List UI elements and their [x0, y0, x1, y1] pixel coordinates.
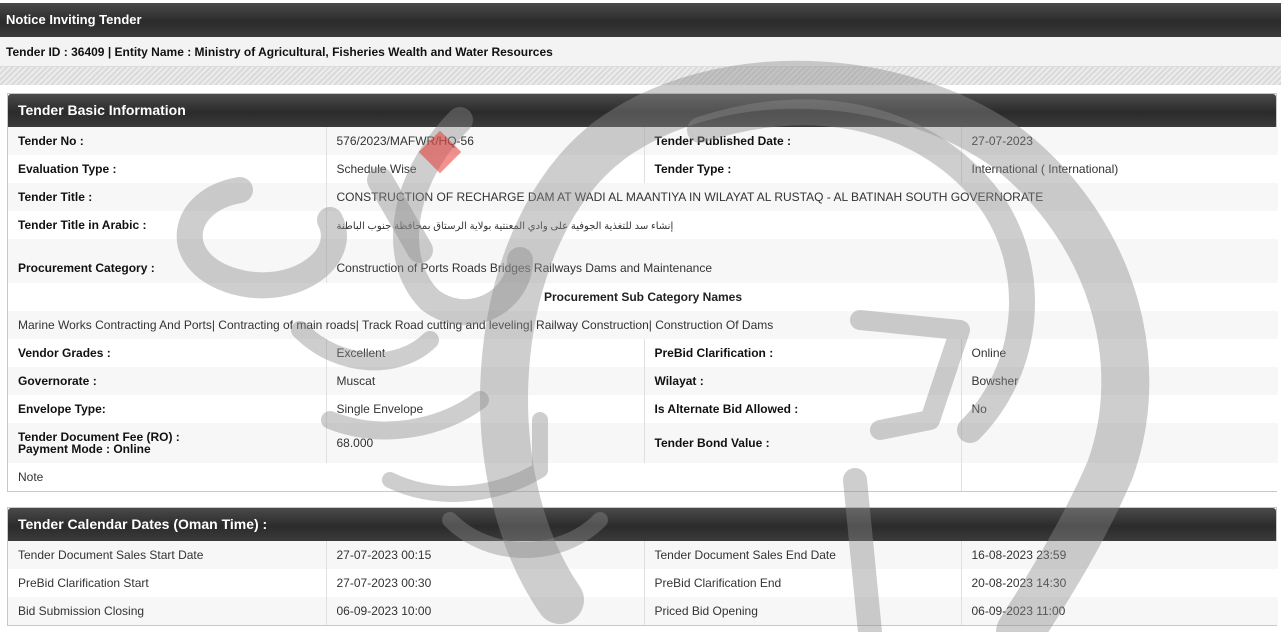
document-fee-value: 68.000 [326, 423, 645, 463]
prebid-clarification-label: PreBid Clarification : [644, 339, 962, 367]
calendar-value: 27-07-2023 00:30 [326, 569, 645, 597]
payment-mode-label: Payment Mode : Online [18, 442, 151, 456]
calendar-label: Tender Document Sales Start Date [8, 541, 327, 569]
tender-title-arabic-cell: إنشاء سد للتغذية الجوفية على وادي المعنت… [326, 211, 1278, 239]
envelope-type-value: Single Envelope [326, 395, 645, 423]
table-row: PreBid Clarification Start 27-07-2023 00… [8, 569, 1278, 597]
table-row: Procurement Sub Category Names [8, 283, 1278, 311]
calendar-value: 06-09-2023 11:00 [961, 597, 1278, 625]
tender-bond-value [961, 423, 1278, 463]
basic-info-panel: Tender Basic Information Tender No : 576… [7, 93, 1278, 492]
divider-stripes [0, 67, 1281, 85]
calendar-table: Tender Document Sales Start Date 27-07-2… [8, 541, 1278, 625]
calendar-heading: Tender Calendar Dates (Oman Time) : [8, 508, 1276, 541]
vendor-grades-label: Vendor Grades : [8, 339, 327, 367]
basic-info-table: Tender No : 576/2023/MAFWR/HQ-56 Tender … [8, 127, 1278, 491]
governorate-label: Governorate : [8, 367, 327, 395]
governorate-value: Muscat [326, 367, 645, 395]
table-row: Vendor Grades : Excellent PreBid Clarifi… [8, 339, 1278, 367]
table-row: Marine Works Contracting And Ports| Cont… [8, 311, 1278, 339]
table-row: Procurement Category : Construction of P… [8, 239, 1278, 283]
table-row: Tender Document Fee (RO) : Payment Mode … [8, 423, 1278, 463]
calendar-label: PreBid Clarification End [644, 569, 962, 597]
tender-no-label: Tender No : [8, 127, 327, 155]
wilayat-value: Bowsher [961, 367, 1278, 395]
table-row: Bid Submission Closing 06-09-2023 10:00 … [8, 597, 1278, 625]
table-row: Note [8, 463, 1278, 491]
tender-type-value: International ( International) [961, 155, 1278, 183]
tender-title-value: CONSTRUCTION OF RECHARGE DAM AT WADI AL … [326, 183, 1278, 211]
table-row: Tender No : 576/2023/MAFWR/HQ-56 Tender … [8, 127, 1278, 155]
tender-title-arabic-value: إنشاء سد للتغذية الجوفية على وادي المعنت… [336, 221, 674, 232]
calendar-label: PreBid Clarification Start [8, 569, 327, 597]
calendar-panel: Tender Calendar Dates (Oman Time) : Tend… [7, 507, 1278, 626]
vendor-grades-value: Excellent [326, 339, 645, 367]
procurement-category-label: Procurement Category : [8, 239, 327, 283]
alternate-bid-value: No [961, 395, 1278, 423]
table-row: Tender Document Sales Start Date 27-07-2… [8, 541, 1278, 569]
tender-title-label: Tender Title : [8, 183, 327, 211]
tender-no-value: 576/2023/MAFWR/HQ-56 [326, 127, 645, 155]
wilayat-label: Wilayat : [644, 367, 962, 395]
table-row: Tender Title in Arabic : إنشاء سد للتغذي… [8, 211, 1278, 239]
table-row: Governorate : Muscat Wilayat : Bowsher [8, 367, 1278, 395]
tender-type-label: Tender Type : [644, 155, 962, 183]
tender-bond-label: Tender Bond Value : [644, 423, 962, 463]
evaluation-type-label: Evaluation Type : [8, 155, 327, 183]
calendar-value: 20-08-2023 14:30 [961, 569, 1278, 597]
published-date-value: 27-07-2023 [961, 127, 1278, 155]
procurement-category-value: Construction of Ports Roads Bridges Rail… [326, 239, 1278, 283]
table-row: Envelope Type: Single Envelope Is Altern… [8, 395, 1278, 423]
published-date-label: Tender Published Date : [644, 127, 962, 155]
note-value [961, 463, 1278, 491]
calendar-label: Tender Document Sales End Date [644, 541, 962, 569]
sub-category-heading: Procurement Sub Category Names [8, 283, 1278, 311]
table-row: Tender Title : CONSTRUCTION OF RECHARGE … [8, 183, 1278, 211]
prebid-clarification-value: Online [961, 339, 1278, 367]
calendar-value: 16-08-2023 23:59 [961, 541, 1278, 569]
table-row: Evaluation Type : Schedule Wise Tender T… [8, 155, 1278, 183]
note-label: Note [8, 463, 962, 491]
basic-info-heading: Tender Basic Information [8, 94, 1276, 127]
page-title: Notice Inviting Tender [6, 12, 142, 27]
tender-id-line: Tender ID : 36409 | Entity Name : Minist… [0, 37, 1281, 67]
tender-title-arabic-label: Tender Title in Arabic : [8, 211, 327, 239]
document-fee-cell: Tender Document Fee (RO) : Payment Mode … [8, 423, 327, 463]
sub-category-list: Marine Works Contracting And Ports| Cont… [8, 311, 1278, 339]
calendar-value: 06-09-2023 10:00 [326, 597, 645, 625]
page-title-bar: Notice Inviting Tender [0, 3, 1281, 37]
alternate-bid-label: Is Alternate Bid Allowed : [644, 395, 962, 423]
calendar-value: 27-07-2023 00:15 [326, 541, 645, 569]
calendar-label: Bid Submission Closing [8, 597, 327, 625]
calendar-label: Priced Bid Opening [644, 597, 962, 625]
evaluation-type-value: Schedule Wise [326, 155, 645, 183]
envelope-type-label: Envelope Type: [8, 395, 327, 423]
